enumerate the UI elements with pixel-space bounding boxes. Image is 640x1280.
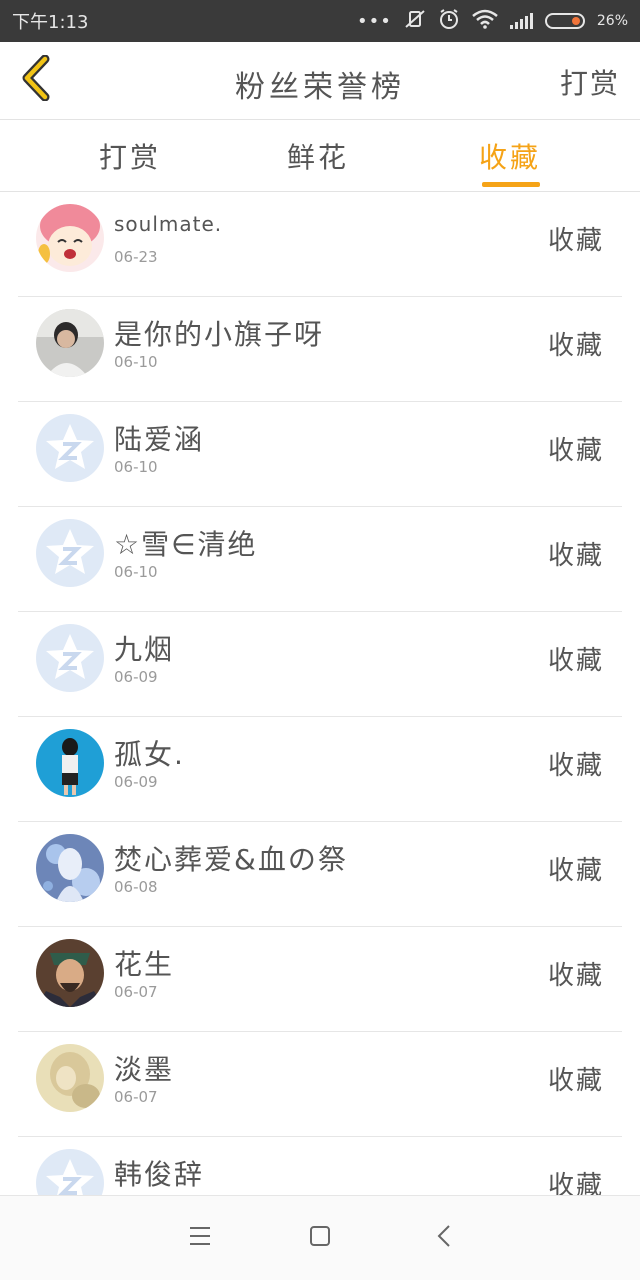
wifi-icon [472, 9, 498, 34]
tab-favorites[interactable]: 收藏 [450, 136, 570, 176]
avatar [36, 1149, 104, 1195]
avatar [36, 729, 104, 797]
page-title: 粉丝荣誉榜 [235, 70, 405, 105]
home-button[interactable] [300, 1222, 340, 1254]
fan-name: 陆爱涵 [114, 423, 205, 456]
avatar [36, 624, 104, 692]
fan-name: 焚心葬爱&血の祭 [114, 843, 348, 876]
list-item[interactable]: 淡墨 06-07 收藏 [18, 1032, 622, 1137]
tip-button[interactable]: 打赏 [560, 62, 620, 102]
system-back-button[interactable] [424, 1222, 464, 1254]
list-item[interactable]: 韩俊辞 收藏 [18, 1137, 622, 1195]
list-item[interactable]: ☆雪∈清绝 06-10 收藏 [18, 507, 622, 612]
signal-icon [509, 13, 533, 29]
favorite-label: 收藏 [547, 1171, 604, 1195]
fan-date: 06-08 [114, 878, 158, 896]
fan-date: 06-09 [114, 668, 158, 686]
favorite-label: 收藏 [547, 646, 604, 676]
vibrate-off-icon [404, 9, 426, 34]
fan-name: 韩俊辞 [114, 1158, 205, 1191]
menu-button[interactable] [180, 1222, 220, 1254]
top-app-bar: 粉丝荣誉榜 打赏 [0, 42, 640, 120]
fan-name: 花生 [114, 948, 175, 981]
chevron-left-icon [436, 1224, 452, 1252]
fan-date: 06-09 [114, 773, 158, 791]
list-item[interactable]: 焚心葬爱&血の祭 06-08 收藏 [18, 822, 622, 927]
home-square-icon [308, 1224, 332, 1252]
tab-tip[interactable]: 打赏 [70, 136, 190, 176]
avatar [36, 1044, 104, 1112]
fan-list: soulmate. 06-23 收藏 是你的小旗子呀 06-10 收藏 陆爱涵 … [0, 192, 640, 1195]
avatar [36, 204, 104, 272]
fan-name: 九烟 [114, 633, 175, 666]
battery-percent: 26% [596, 13, 628, 29]
favorite-label: 收藏 [547, 961, 604, 991]
fan-name: 淡墨 [114, 1053, 175, 1086]
fan-name: soulmate. [114, 212, 223, 236]
list-item[interactable]: 九烟 06-09 收藏 [18, 612, 622, 717]
status-icons: ••• 26% [357, 8, 628, 35]
avatar [36, 414, 104, 482]
list-item[interactable]: 是你的小旗子呀 06-10 收藏 [18, 297, 622, 402]
list-item[interactable]: 陆爱涵 06-10 收藏 [18, 402, 622, 507]
fan-date: 06-07 [114, 983, 158, 1001]
list-item[interactable]: 花生 06-07 收藏 [18, 927, 622, 1032]
alarm-icon [438, 8, 460, 35]
battery-icon [544, 13, 585, 29]
avatar [36, 834, 104, 902]
list-item[interactable]: soulmate. 06-23 收藏 [18, 192, 622, 297]
status-time: 下午1:13 [12, 12, 89, 33]
status-bar: 下午1:13 ••• 26% [0, 0, 640, 42]
fan-date: 06-10 [114, 458, 158, 476]
more-notifications-icon: ••• [357, 10, 392, 32]
active-tab-indicator [482, 182, 540, 187]
tab-flowers[interactable]: 鲜花 [258, 136, 378, 176]
favorite-label: 收藏 [547, 436, 604, 466]
favorite-label: 收藏 [547, 856, 604, 886]
fan-date: 06-10 [114, 353, 158, 371]
favorite-label: 收藏 [547, 541, 604, 571]
favorite-label: 收藏 [547, 331, 604, 361]
tab-bar: 打赏 鲜花 收藏 [0, 120, 640, 192]
favorite-label: 收藏 [547, 1066, 604, 1096]
fan-name: ☆雪∈清绝 [114, 528, 258, 561]
favorite-label: 收藏 [547, 226, 604, 256]
favorite-label: 收藏 [547, 751, 604, 781]
list-item[interactable]: 孤女. 06-09 收藏 [18, 717, 622, 822]
fan-name: 是你的小旗子呀 [114, 318, 325, 351]
fan-date: 06-10 [114, 563, 158, 581]
fan-date: 06-07 [114, 1088, 158, 1106]
avatar [36, 309, 104, 377]
avatar [36, 939, 104, 1007]
fan-name: 孤女. [114, 738, 185, 771]
fan-date: 06-23 [114, 248, 158, 266]
system-nav-bar [0, 1195, 640, 1280]
menu-icon [188, 1225, 212, 1251]
avatar [36, 519, 104, 587]
